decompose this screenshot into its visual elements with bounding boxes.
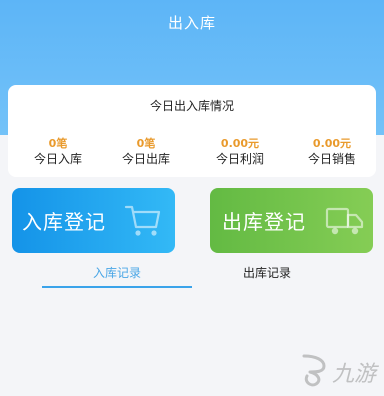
stat-label: 今日出库 [121,152,170,166]
stat-today-stock-out: 0笔 今日出库 [108,137,184,167]
jiuyou-logo-icon [302,354,326,387]
stock-out-register-label: 出库登记 [222,210,306,234]
shopping-cart-icon [124,205,161,236]
active-tab-indicator [42,286,192,288]
watermark-text: 九游 [332,362,377,387]
stock-in-register-button[interactable]: 入库登记 [12,188,175,253]
jiuyou-watermark: 九游 [298,352,378,390]
stat-value: 0笔 [136,137,156,150]
stat-today-profit: 0.00元 今日利润 [202,137,278,167]
tab-stock-in-records[interactable]: 入库记录 [42,264,192,281]
stat-today-sales: 0.00元 今日销售 [294,137,370,167]
stat-value: 0.00元 [312,137,352,150]
stat-today-stock-in: 0笔 今日入库 [20,137,96,167]
page-title: 出入库 [167,14,216,32]
delivery-truck-icon [325,207,364,235]
tab-stock-out-records[interactable]: 出库记录 [192,264,342,281]
today-summary-card: 今日出入库情况 0笔 今日入库 0笔 今日出库 0.00元 今日利润 0.00元… [8,85,376,177]
stock-out-register-button[interactable]: 出库登记 [210,188,373,253]
stat-value: 0笔 [48,137,68,150]
stat-value: 0.00元 [220,137,260,150]
stat-label: 今日入库 [33,152,82,166]
stat-label: 今日销售 [307,152,356,166]
stock-in-register-label: 入库登记 [22,210,106,234]
summary-title: 今日出入库情况 [149,99,234,113]
stat-label: 今日利润 [215,152,264,166]
